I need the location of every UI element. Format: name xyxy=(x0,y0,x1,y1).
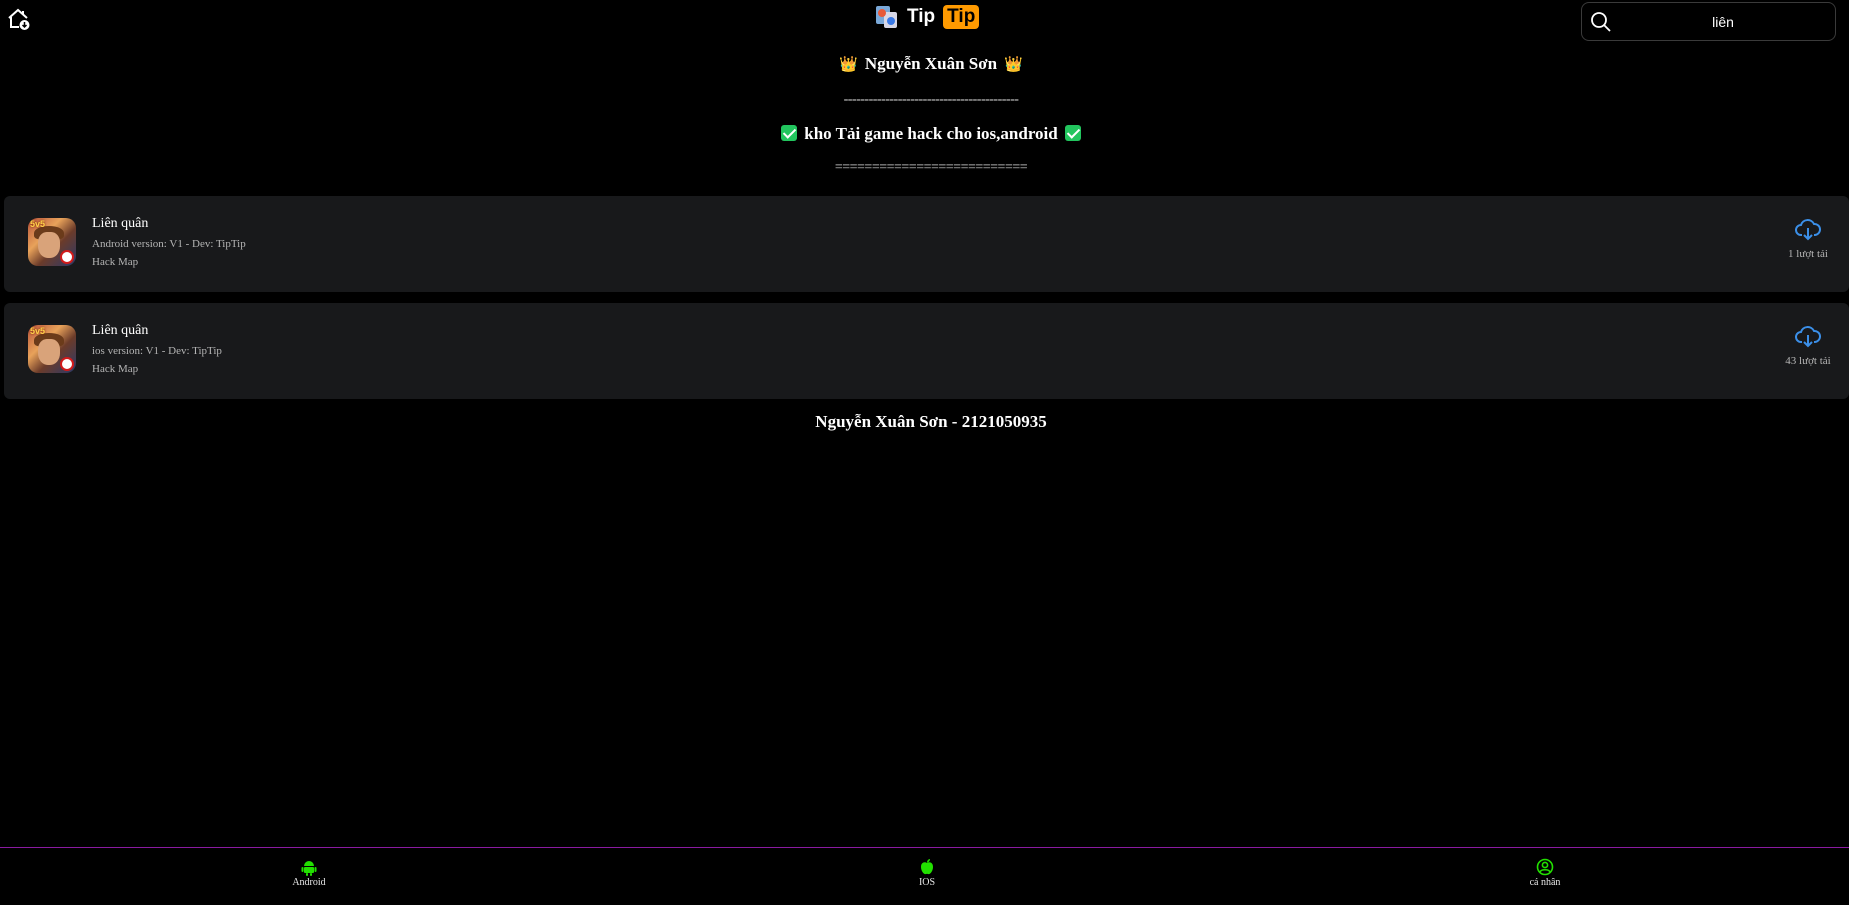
game-title: Liên quân xyxy=(92,216,149,231)
logo-text: Tip xyxy=(907,6,936,27)
game-meta: Android version: V1 - Dev: TipTip xyxy=(92,238,246,250)
game-thumbnail: 5v5 xyxy=(28,218,76,266)
separator-equals: ========================== xyxy=(834,160,1028,175)
thumb-badge: 5v5 xyxy=(30,326,46,336)
nav-item-android[interactable]: Android xyxy=(269,858,349,888)
nav-label-android: Android xyxy=(292,877,326,888)
game-card[interactable]: 5v5 Liên quân ios version: V1 - Dev: Tip… xyxy=(4,303,1849,399)
nav-label-profile: cá nhân xyxy=(1529,877,1561,888)
tagline-text: kho Tải game hack cho ios,android xyxy=(804,124,1058,143)
game-meta: ios version: V1 - Dev: TipTip xyxy=(92,345,222,357)
search-box[interactable] xyxy=(1581,2,1836,41)
game-tag: Hack Map xyxy=(92,363,139,375)
game-logo-icon xyxy=(60,357,74,371)
tagline-heading: kho Tải game hack cho ios,android xyxy=(0,124,1849,144)
crown-icon: 👑 xyxy=(839,57,858,73)
search-icon[interactable] xyxy=(1590,11,1612,33)
nav-item-profile[interactable]: cá nhân xyxy=(1505,858,1585,888)
nav-item-ios[interactable]: IOS xyxy=(887,858,967,888)
download-section: 43 lượt tải xyxy=(1773,325,1843,369)
apple-icon xyxy=(921,859,933,875)
thumb-badge: 5v5 xyxy=(30,219,46,229)
cloud-download-icon[interactable] xyxy=(1795,218,1821,242)
home-icon[interactable] xyxy=(6,6,32,32)
logo-icon xyxy=(876,6,897,28)
owner-heading: 👑 Nguyễn Xuân Sơn 👑 xyxy=(0,54,1849,74)
game-title: Liên quân xyxy=(92,323,149,338)
game-tag: Hack Map xyxy=(92,256,139,268)
download-count: 1 lượt tải xyxy=(1788,248,1828,260)
crown-icon: 👑 xyxy=(1004,57,1023,73)
footer-name: Nguyễn Xuân Sơn - 2121050935 xyxy=(815,412,1047,431)
download-section: 1 lượt tải xyxy=(1773,218,1843,262)
header: Tip Tip xyxy=(0,0,1849,41)
game-logo-icon xyxy=(60,250,74,264)
cloud-download-icon[interactable] xyxy=(1795,325,1821,349)
android-icon xyxy=(301,861,317,876)
game-thumbnail: 5v5 xyxy=(28,325,76,373)
logo-badge: Tip xyxy=(943,5,980,29)
search-input[interactable] xyxy=(1618,7,1828,37)
download-count: 43 lượt tải xyxy=(1785,355,1831,367)
owner-name: Nguyễn Xuân Sơn xyxy=(864,54,998,73)
check-icon xyxy=(1064,125,1081,141)
game-card[interactable]: 5v5 Liên quân Android version: V1 - Dev:… xyxy=(4,196,1849,292)
user-circle-icon xyxy=(1536,858,1554,876)
separator-dashes: ----------------------------------------… xyxy=(843,92,1019,107)
check-icon xyxy=(781,125,798,141)
bottom-nav: Android IOS cá nhân xyxy=(0,847,1849,905)
logo[interactable]: Tip Tip xyxy=(873,3,980,31)
nav-label-ios: IOS xyxy=(918,877,936,888)
